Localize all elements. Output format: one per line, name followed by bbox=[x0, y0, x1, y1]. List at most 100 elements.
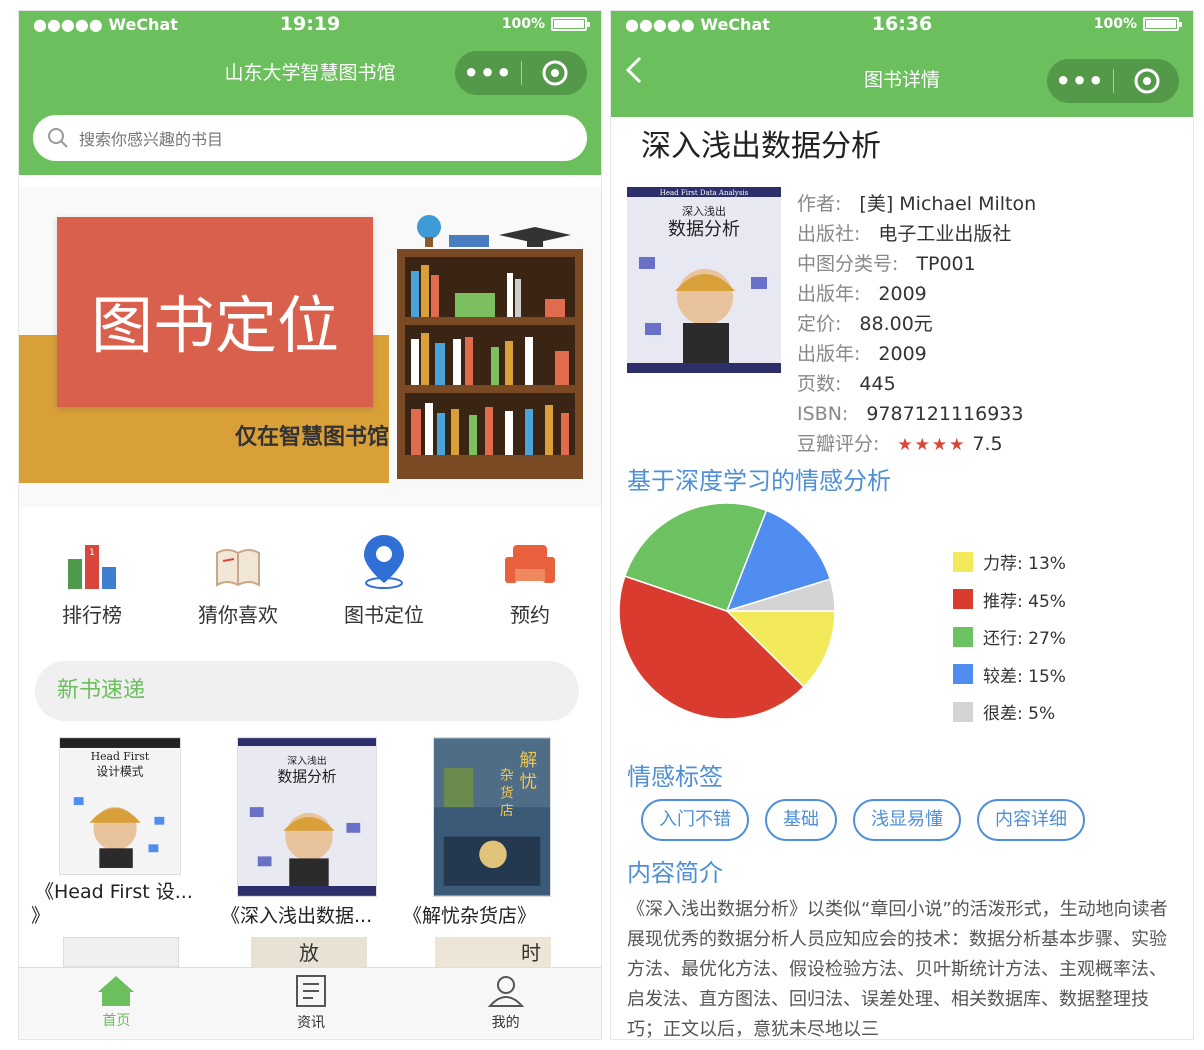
quick-entry-recommend[interactable]: 猜你喜欢 bbox=[165, 533, 311, 628]
new-books-section-title[interactable]: 新书速递 bbox=[35, 661, 579, 721]
sentiment-tag[interactable]: 入门不错 bbox=[641, 799, 749, 841]
info-key: 出版年: bbox=[797, 283, 861, 305]
book-open-icon bbox=[216, 549, 260, 587]
legend-item: 力荐: 13% bbox=[953, 543, 1066, 581]
legend-swatch bbox=[953, 551, 973, 572]
book-card-head-first[interactable]: Head First 设计模式 《Head First 设... 》 bbox=[31, 737, 193, 927]
header: ●●●●● WeChat 16:36 100% 图书详情 ••• bbox=[611, 11, 1193, 117]
close-mini-program-button[interactable] bbox=[522, 59, 587, 87]
ranking-icon: 1 bbox=[68, 545, 116, 589]
legend-item: 较差: 15% bbox=[953, 656, 1066, 694]
book-title-continued: 》 bbox=[31, 905, 51, 927]
search-input[interactable]: 搜索你感兴趣的书目 bbox=[33, 115, 587, 161]
book-cover: 深入浅出 数据分析 bbox=[237, 737, 377, 897]
home-screen: ●●●●● WeChat 19:19 100% 山东大学智慧图书馆 ••• 搜索… bbox=[18, 10, 602, 1040]
tab-home[interactable]: 首页 bbox=[19, 968, 214, 1039]
quick-entry-reserve[interactable]: 预约 bbox=[457, 533, 601, 628]
more-menu-button[interactable]: ••• bbox=[1047, 59, 1113, 103]
sentiment-tag[interactable]: 内容详细 bbox=[977, 799, 1085, 841]
tab-label: 首页 bbox=[102, 1013, 131, 1029]
info-row-author: 作者: [美] Michael Milton bbox=[797, 189, 1036, 219]
mini-program-capsule: ••• bbox=[455, 51, 587, 95]
book-title: 《深入浅出数据... bbox=[221, 905, 373, 927]
legend-label: 力荐: 13% bbox=[983, 554, 1066, 575]
battery-percent: 100% bbox=[501, 16, 545, 32]
quick-entry-label: 猜你喜欢 bbox=[198, 603, 278, 627]
book-cover-partial[interactable]: 时 bbox=[435, 937, 551, 967]
info-key: ISBN: bbox=[797, 403, 849, 425]
info-value: 电子工业出版社 bbox=[878, 223, 1012, 245]
info-row-price: 定价: 88.00元 bbox=[797, 309, 1036, 339]
legend-swatch bbox=[953, 664, 973, 685]
book-card-namiya[interactable]: 解 忧 杂 货 店 《解忧杂货店》 bbox=[403, 737, 551, 927]
info-row-year-2: 出版年: 2009 bbox=[797, 339, 1036, 369]
legend-swatch bbox=[953, 589, 973, 610]
banner-title: 图书定位 bbox=[90, 289, 339, 362]
book-title: 《Head First 设... bbox=[35, 881, 193, 903]
svg-text:货: 货 bbox=[500, 784, 514, 801]
tab-bar: 首页 资讯 我的 bbox=[19, 967, 601, 1039]
legend-item: 很差: 5% bbox=[953, 693, 1066, 731]
info-key: 作者: bbox=[797, 193, 842, 215]
legend-item: 推荐: 45% bbox=[953, 581, 1066, 619]
quick-entry-locate[interactable]: 图书定位 bbox=[311, 533, 457, 628]
legend-label: 很差: 5% bbox=[983, 704, 1056, 725]
book-cover: Head First 设计模式 bbox=[59, 737, 181, 875]
promo-banner[interactable]: 图书定位 仅在智慧图书馆 bbox=[19, 187, 601, 507]
info-value: [美] Michael Milton bbox=[859, 193, 1037, 215]
search-placeholder: 搜索你感兴趣的书目 bbox=[79, 130, 224, 149]
book-cover-partial[interactable]: 放 bbox=[251, 937, 367, 967]
news-icon bbox=[296, 975, 326, 1007]
close-mini-program-button[interactable] bbox=[1114, 67, 1179, 95]
new-books-next-row: 放 时 bbox=[19, 937, 601, 967]
banner-subtitle: 仅在智慧图书馆 bbox=[234, 425, 389, 450]
search-icon bbox=[48, 128, 68, 148]
intro-section-title: 内容简介 bbox=[627, 859, 723, 887]
more-menu-button[interactable]: ••• bbox=[455, 51, 521, 95]
legend-label: 还行: 27% bbox=[983, 629, 1066, 650]
svg-text:1: 1 bbox=[89, 548, 95, 558]
book-info: 作者: [美] Michael Milton 出版社: 电子工业出版社 中图分类号:… bbox=[797, 189, 1036, 460]
battery-icon bbox=[1143, 17, 1182, 31]
info-row-year: 出版年: 2009 bbox=[797, 279, 1036, 309]
sofa-icon bbox=[505, 545, 555, 583]
cover-title-line1: 深入浅出 bbox=[682, 204, 726, 218]
cover-header: Head First Data Analysis bbox=[660, 189, 749, 197]
book-detail-screen: ●●●●● WeChat 16:36 100% 图书详情 ••• 深入浅出数据分… bbox=[610, 10, 1194, 1040]
user-icon bbox=[487, 976, 524, 1007]
info-value: 2009 bbox=[878, 343, 927, 365]
intro-text: 《深入浅出数据分析》以类似“章回小说”的活泼形式，生动地向读者展现优秀的数据分析… bbox=[627, 899, 1168, 1040]
book-cover: Head First Data Analysis 深入浅出 数据分析 bbox=[627, 187, 781, 373]
rating-score: 7.5 bbox=[972, 433, 1003, 455]
info-row-pages: 页数: 445 bbox=[797, 369, 1036, 399]
status-bar: ●●●●● WeChat 19:19 100% bbox=[19, 11, 601, 41]
target-icon bbox=[542, 60, 567, 86]
status-bar: ●●●●● WeChat 16:36 100% bbox=[611, 11, 1193, 41]
book-title-heading: 深入浅出数据分析 bbox=[641, 129, 881, 164]
tab-news[interactable]: 资讯 bbox=[214, 968, 409, 1039]
sentiment-section-title: 基于深度学习的情感分析 bbox=[627, 467, 891, 495]
new-books-list: Head First 设计模式 《Head First 设... 》 深入浅出 … bbox=[19, 737, 601, 967]
quick-entry-label: 图书定位 bbox=[344, 603, 424, 627]
sentiment-tag[interactable]: 浅显易懂 bbox=[853, 799, 961, 841]
tab-mine[interactable]: 我的 bbox=[408, 968, 601, 1039]
rating-value-group: ★★★★ 7.5 bbox=[897, 429, 1002, 460]
svg-text:设计模式: 设计模式 bbox=[96, 765, 143, 779]
info-key: 出版年: bbox=[797, 343, 861, 365]
battery-status: 100% bbox=[501, 16, 590, 32]
book-cover-partial[interactable] bbox=[63, 937, 179, 967]
book-cover: 解 忧 杂 货 店 bbox=[433, 737, 551, 897]
battery-percent: 100% bbox=[1093, 16, 1137, 32]
svg-text:忧: 忧 bbox=[520, 772, 538, 793]
quick-entry-ranking[interactable]: 1 排行榜 bbox=[19, 533, 165, 628]
book-card-data-analysis[interactable]: 深入浅出 数据分析 《深入浅出数据... bbox=[221, 737, 377, 927]
info-row-isbn: ISBN: 9787121116933 bbox=[797, 399, 1036, 429]
legend-swatch bbox=[953, 626, 973, 647]
sentiment-tag[interactable]: 基础 bbox=[765, 799, 837, 841]
header: ●●●●● WeChat 19:19 100% 山东大学智慧图书馆 ••• 搜索… bbox=[19, 11, 601, 175]
home-icon bbox=[98, 976, 135, 1006]
book-title: 《解忧杂货店》 bbox=[403, 905, 537, 927]
info-row-publisher: 出版社: 电子工业出版社 bbox=[797, 219, 1036, 249]
legend-label: 推荐: 45% bbox=[983, 591, 1066, 612]
svg-text:杂: 杂 bbox=[500, 768, 514, 784]
